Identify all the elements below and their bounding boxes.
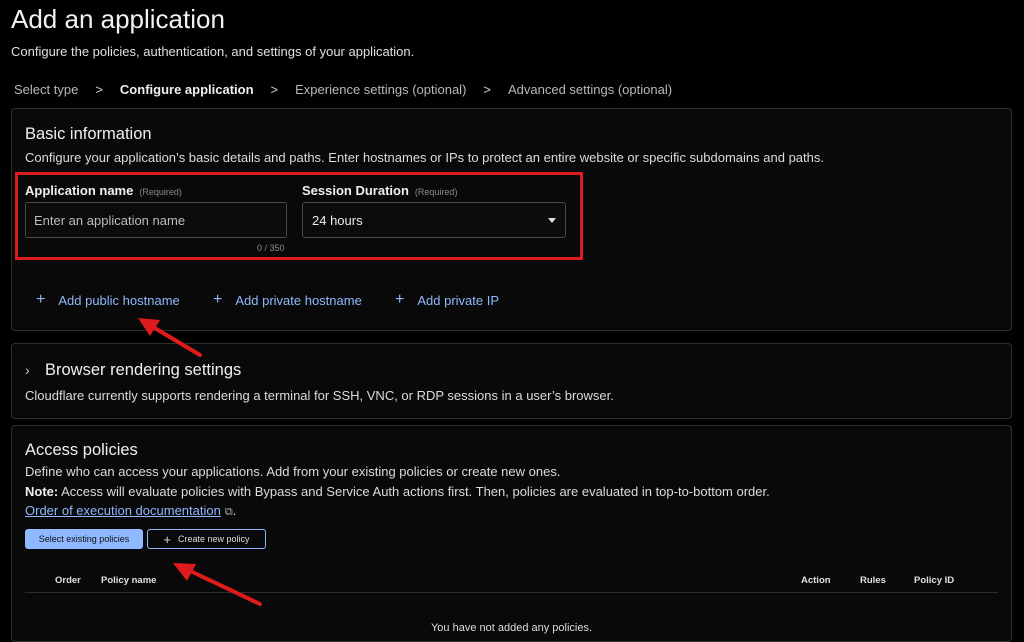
arrow-shaft <box>182 566 262 606</box>
annotation-arrow-create-policy <box>173 563 262 606</box>
